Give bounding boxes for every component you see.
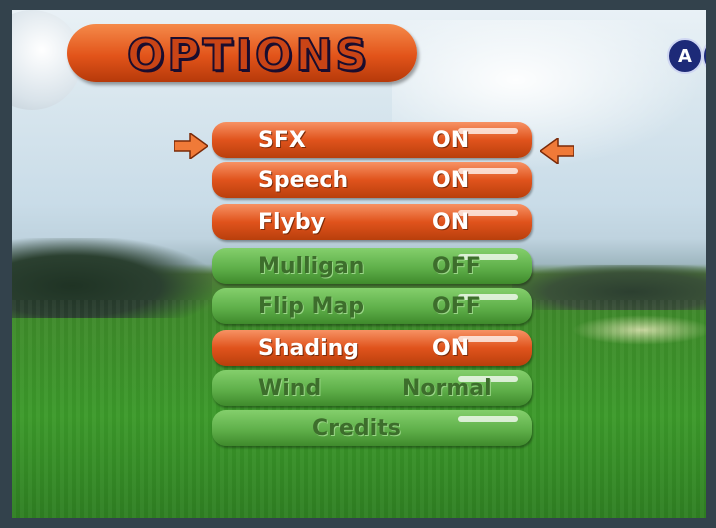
menu-item-label: Speech bbox=[258, 167, 349, 193]
menu-item-sfx[interactable]: SFX ON bbox=[212, 122, 532, 158]
page-title: OPTIONS bbox=[126, 29, 370, 82]
menu-item-label: Mulligan bbox=[258, 253, 365, 279]
b-button-icon bbox=[702, 36, 706, 76]
menu-item-value: OFF bbox=[432, 253, 481, 279]
menu-item-value: ON bbox=[432, 127, 470, 153]
menu-item-wind[interactable]: Wind Normal bbox=[212, 370, 532, 406]
game-screen: OPTIONS A SFX ON Speech ON Flyby ON Mull… bbox=[12, 10, 706, 518]
menu-item-value: OFF bbox=[432, 293, 481, 319]
menu-item-value: ON bbox=[432, 167, 470, 193]
menu-item-value: Normal bbox=[402, 375, 492, 401]
arrow-left-icon bbox=[540, 138, 574, 164]
menu-item-label: Wind bbox=[258, 375, 322, 401]
arrow-right-icon bbox=[174, 133, 208, 159]
menu-item-label: Shading bbox=[258, 335, 360, 361]
button-shine bbox=[458, 416, 518, 422]
menu-item-flyby[interactable]: Flyby ON bbox=[212, 204, 532, 240]
menu-item-value: ON bbox=[432, 335, 470, 361]
menu-item-value: ON bbox=[432, 209, 470, 235]
menu-item-shading[interactable]: Shading ON bbox=[212, 330, 532, 366]
menu-item-label: Flyby bbox=[258, 209, 325, 235]
screen-frame: OPTIONS A SFX ON Speech ON Flyby ON Mull… bbox=[0, 0, 716, 528]
menu-item-credits[interactable]: Credits bbox=[212, 410, 532, 446]
menu-item-label: Credits bbox=[312, 415, 401, 441]
menu-item-label: Flip Map bbox=[258, 293, 365, 319]
a-button-icon: A bbox=[667, 38, 703, 74]
menu-item-label: SFX bbox=[258, 127, 306, 153]
menu-item-flip-map[interactable]: Flip Map OFF bbox=[212, 288, 532, 324]
menu-item-speech[interactable]: Speech ON bbox=[212, 162, 532, 198]
a-button-label: A bbox=[678, 45, 692, 67]
menu-item-mulligan[interactable]: Mulligan OFF bbox=[212, 248, 532, 284]
